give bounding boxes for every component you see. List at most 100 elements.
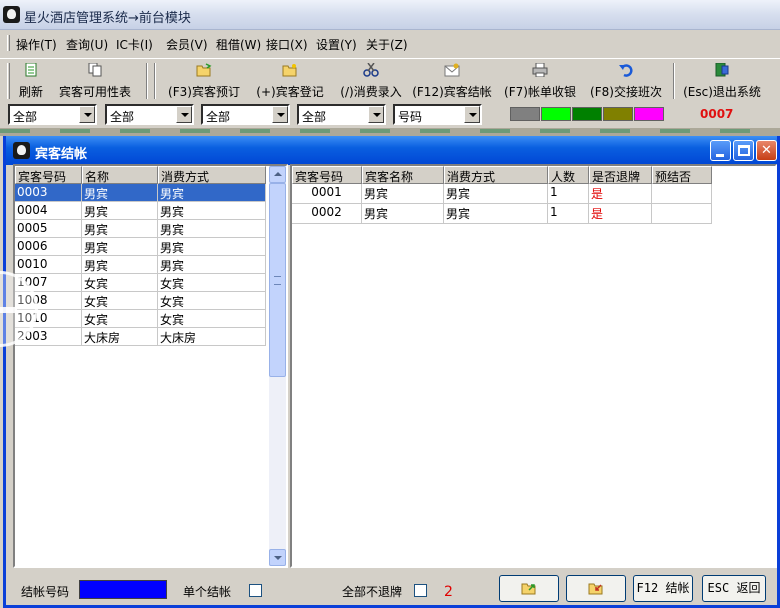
left-col-consume-type[interactable]: 消费方式: [158, 166, 266, 184]
menu-settings[interactable]: 设置(Y): [316, 36, 357, 53]
name-cell[interactable]: 女宾: [82, 292, 158, 310]
status-swatch-olive[interactable]: [603, 107, 633, 121]
export-button[interactable]: [499, 575, 559, 602]
dialog-title-bar[interactable]: 宾客结帐 ✕: [6, 136, 777, 165]
left-col-name[interactable]: 名称: [82, 166, 158, 184]
left-scrollbar[interactable]: [269, 166, 286, 566]
chevron-down-icon[interactable]: [368, 106, 384, 123]
shift-handover-button[interactable]: (F8)交接班次: [588, 61, 664, 101]
name-cell[interactable]: 男宾: [82, 238, 158, 256]
consume-type-cell[interactable]: 男宾: [158, 256, 266, 274]
status-swatch-green[interactable]: [541, 107, 571, 121]
filter-combo-2[interactable]: 全部: [105, 104, 194, 125]
app-logo-icon: [3, 6, 20, 23]
close-button[interactable]: ✕: [756, 140, 777, 161]
minimize-button[interactable]: [710, 140, 731, 161]
guest-availability-button[interactable]: 宾客可用性表: [52, 61, 138, 101]
status-swatch-gray[interactable]: [510, 107, 540, 121]
all-no-return-checkbox[interactable]: [414, 584, 427, 597]
guest-no-cell[interactable]: 0005: [15, 220, 82, 238]
menu-query[interactable]: 查询(U): [66, 36, 108, 53]
chevron-down-icon[interactable]: [79, 106, 95, 123]
maximize-button[interactable]: [733, 140, 754, 161]
filter-combo-5[interactable]: 号码: [393, 104, 482, 125]
guest-no-cell[interactable]: 0006: [15, 238, 82, 256]
checkout-f12-button[interactable]: F12 结帐: [633, 575, 693, 602]
scroll-thumb[interactable]: [269, 183, 286, 377]
guest-reservation-button[interactable]: (F3)宾客预订: [166, 61, 242, 101]
single-checkout-label: 单个结帐: [183, 585, 232, 599]
filter-combo-2-value: 全部: [110, 110, 135, 124]
consume-type-cell[interactable]: 男宾: [158, 238, 266, 256]
consume-type-cell[interactable]: 女宾: [158, 292, 266, 310]
name-cell[interactable]: 男宾: [82, 202, 158, 220]
menu-member[interactable]: 会员(V): [166, 36, 208, 53]
guest-name-cell[interactable]: 男宾: [362, 184, 444, 204]
status-swatch-darkgreen[interactable]: [572, 107, 602, 121]
scroll-down-icon[interactable]: [269, 549, 286, 566]
pre-checkout-cell[interactable]: [652, 204, 712, 224]
name-cell[interactable]: 女宾: [82, 310, 158, 328]
guest-no-cell[interactable]: 0010: [15, 256, 82, 274]
guest-checkout-button[interactable]: (F12)宾客结帐: [412, 61, 492, 101]
consume-type-cell[interactable]: 女宾: [158, 274, 266, 292]
left-col-guest-no[interactable]: 宾客号码: [15, 166, 82, 184]
exit-system-button[interactable]: (Esc)退出系统: [680, 61, 764, 101]
guest-no-cell[interactable]: 0004: [15, 202, 82, 220]
filter-combo-1[interactable]: 全部: [8, 104, 97, 125]
name-cell[interactable]: 大床房: [82, 328, 158, 346]
filter-combo-4-value: 全部: [302, 110, 327, 124]
consume-type-cell[interactable]: 男宾: [158, 184, 266, 202]
menu-ic-card[interactable]: IC卡(I): [116, 36, 153, 53]
consume-type-cell[interactable]: 男宾: [444, 204, 548, 224]
persons-cell[interactable]: 1: [548, 204, 589, 224]
nav-next-button[interactable]: [700, 271, 776, 347]
guest-registration-button[interactable]: (+)宾客登记: [254, 61, 326, 101]
name-cell[interactable]: 男宾: [82, 184, 158, 202]
consume-type-cell[interactable]: 男宾: [444, 184, 548, 204]
filter-combo-3[interactable]: 全部: [201, 104, 290, 125]
guest-no-cell[interactable]: 0001: [292, 184, 362, 204]
guest-name-cell[interactable]: 男宾: [362, 204, 444, 224]
chevron-down-icon[interactable]: [464, 106, 480, 123]
right-col-return-card[interactable]: 是否退牌: [589, 166, 652, 184]
menu-operate[interactable]: 操作(T): [16, 36, 57, 53]
consume-type-cell[interactable]: 大床房: [158, 328, 266, 346]
chevron-down-icon[interactable]: [176, 106, 192, 123]
consumption-entry-button[interactable]: (/)消费录入: [336, 61, 406, 101]
menu-about[interactable]: 关于(Z): [366, 36, 408, 53]
return-card-cell[interactable]: 是: [589, 184, 652, 204]
pre-checkout-cell[interactable]: [652, 184, 712, 204]
esc-return-button[interactable]: ESC 返回: [702, 575, 766, 602]
name-cell[interactable]: 男宾: [82, 220, 158, 238]
import-button[interactable]: [566, 575, 626, 602]
right-col-consume-type[interactable]: 消费方式: [444, 166, 548, 184]
right-col-pre-checkout[interactable]: 预结否: [652, 166, 712, 184]
menu-rental[interactable]: 租借(W): [216, 36, 261, 53]
bill-cashier-button[interactable]: (F7)帐单收银: [502, 61, 578, 101]
consume-type-cell[interactable]: 女宾: [158, 310, 266, 328]
chevron-down-icon[interactable]: [272, 106, 288, 123]
filter-combo-4[interactable]: 全部: [297, 104, 386, 125]
right-col-guest-name[interactable]: 宾客名称: [362, 166, 444, 184]
name-cell[interactable]: 女宾: [82, 274, 158, 292]
right-col-guest-no[interactable]: 宾客号码: [292, 166, 362, 184]
status-swatch-magenta[interactable]: [634, 107, 664, 121]
bottom-left-bar: 结帐号码 单个结帐: [13, 570, 288, 605]
right-col-persons[interactable]: 人数: [548, 166, 589, 184]
name-cell[interactable]: 男宾: [82, 256, 158, 274]
menu-interface[interactable]: 接口(X): [266, 36, 308, 53]
scroll-up-icon[interactable]: [269, 166, 286, 183]
return-card-cell[interactable]: 是: [589, 204, 652, 224]
persons-cell[interactable]: 1: [548, 184, 589, 204]
consume-type-cell[interactable]: 男宾: [158, 220, 266, 238]
selected-count: 2: [444, 584, 453, 600]
guest-no-cell[interactable]: 0002: [292, 204, 362, 224]
refresh-button[interactable]: 刷新: [14, 61, 48, 101]
room-counter: 0007: [700, 107, 734, 121]
toolbar: 刷新 宾客可用性表 (F3)宾客预订 (+)宾客登记 (/)消费录入 (F12)…: [0, 58, 780, 102]
guest-no-cell[interactable]: 0003: [15, 184, 82, 202]
consume-type-cell[interactable]: 男宾: [158, 202, 266, 220]
single-checkout-checkbox[interactable]: [249, 584, 262, 597]
batch-number-field[interactable]: [79, 580, 167, 599]
